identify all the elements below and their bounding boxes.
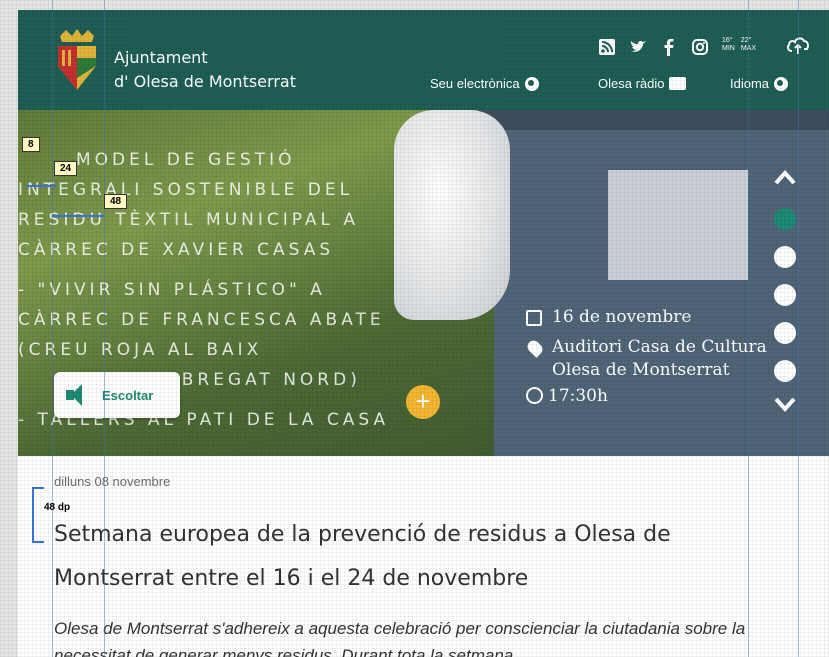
spacing-marker-line — [26, 185, 56, 187]
grid-guide-line — [798, 0, 799, 657]
facebook-icon[interactable] — [660, 38, 678, 56]
spacing-label: 48 — [104, 194, 128, 209]
event-place-line1: Auditori Casa de Cultura — [552, 337, 767, 357]
slide-dot[interactable] — [774, 284, 796, 306]
slide-navigator — [770, 166, 800, 426]
article-title[interactable]: Setmana europea de la prevenció de resid… — [54, 513, 774, 601]
slide-dot[interactable] — [774, 360, 796, 382]
nav-seu-label: Seu electrònica — [430, 76, 520, 91]
rss-icon[interactable] — [598, 38, 616, 56]
grid-guide-line — [52, 0, 53, 657]
temp-min: 16° — [722, 37, 733, 44]
grid-guide-line — [104, 0, 105, 657]
listen-button[interactable]: Escoltar — [54, 372, 180, 418]
radio-icon — [669, 77, 687, 90]
program-line: CÀRREC DE XAVIER CASAS — [18, 240, 335, 260]
nav-idioma[interactable]: Idioma — [730, 76, 789, 91]
site-header: Ajuntament d' Olesa de Montserrat 16° MI… — [18, 10, 829, 110]
listen-label: Escoltar — [102, 387, 154, 403]
nav-radio-label: Olesa ràdio — [598, 76, 665, 91]
calendar-icon — [526, 310, 542, 326]
hero-banner[interactable]: MODEL DE GESTIÓ INTEGRALI SOSTENIBLE DEL… — [18, 110, 829, 456]
program-line: INTEGRALI SOSTENIBLE DEL — [18, 180, 354, 200]
brand-name-line1[interactable]: Ajuntament — [114, 48, 208, 67]
event-date: 16 de novembre — [552, 307, 692, 327]
article-date: dilluns 08 novembre — [54, 474, 171, 489]
program-line: CÀRREC DE FRANCESCA ABATE — [18, 310, 385, 330]
program-line: - "VIVIR SIN PLÁSTICO" A — [18, 280, 326, 300]
clock-icon — [526, 387, 543, 404]
speaker-icon — [66, 384, 92, 406]
temp-min-label: MIN — [722, 45, 735, 52]
instagram-icon[interactable] — [691, 38, 709, 56]
slide-dot-active[interactable] — [774, 208, 796, 230]
article-lead: Olesa de Montserrat s'adhereix a aquesta… — [54, 619, 746, 657]
chevron-down-icon[interactable] — [773, 394, 797, 418]
event-place-line2: Olesa de Montserrat — [552, 360, 730, 380]
globe-icon — [524, 76, 539, 91]
container-sticker-image — [608, 170, 748, 280]
chevron-up-icon[interactable] — [773, 166, 797, 190]
nav-idioma-label: Idioma — [730, 76, 770, 91]
spacing-marker-line — [52, 215, 104, 217]
brand-name-line2[interactable]: d' Olesa de Montserrat — [114, 72, 296, 91]
program-line — [18, 265, 478, 275]
spacing-bracket — [32, 487, 44, 543]
page-frame: Ajuntament d' Olesa de Montserrat 16° MI… — [18, 10, 829, 657]
add-button[interactable]: + — [406, 385, 440, 419]
event-time: 17:30h — [548, 386, 608, 406]
nav-seu-electronica[interactable]: Seu electrònica — [430, 76, 539, 91]
spacing-label: 24 — [54, 161, 78, 176]
spacing-label: 8 — [22, 137, 40, 152]
weather-widget: 16° MIN 22° MAX — [722, 37, 756, 53]
program-line: RESIDU TÈXTIL MUNICIPAL A — [18, 210, 360, 230]
social-links — [598, 38, 709, 56]
spacing-dp-label: 48 dp — [44, 502, 71, 513]
nav-olesa-radio[interactable]: Olesa ràdio — [598, 76, 687, 91]
twitter-icon[interactable] — [629, 38, 647, 56]
globe-icon — [774, 76, 789, 91]
slide-dot[interactable] — [774, 246, 796, 268]
coat-of-arms-icon[interactable] — [54, 28, 100, 98]
grid-guide-line — [748, 0, 749, 657]
program-line: (CREU ROJA AL BAIX — [18, 340, 263, 360]
program-line: MODEL DE GESTIÓ — [76, 150, 296, 170]
slide-dot[interactable] — [774, 322, 796, 344]
